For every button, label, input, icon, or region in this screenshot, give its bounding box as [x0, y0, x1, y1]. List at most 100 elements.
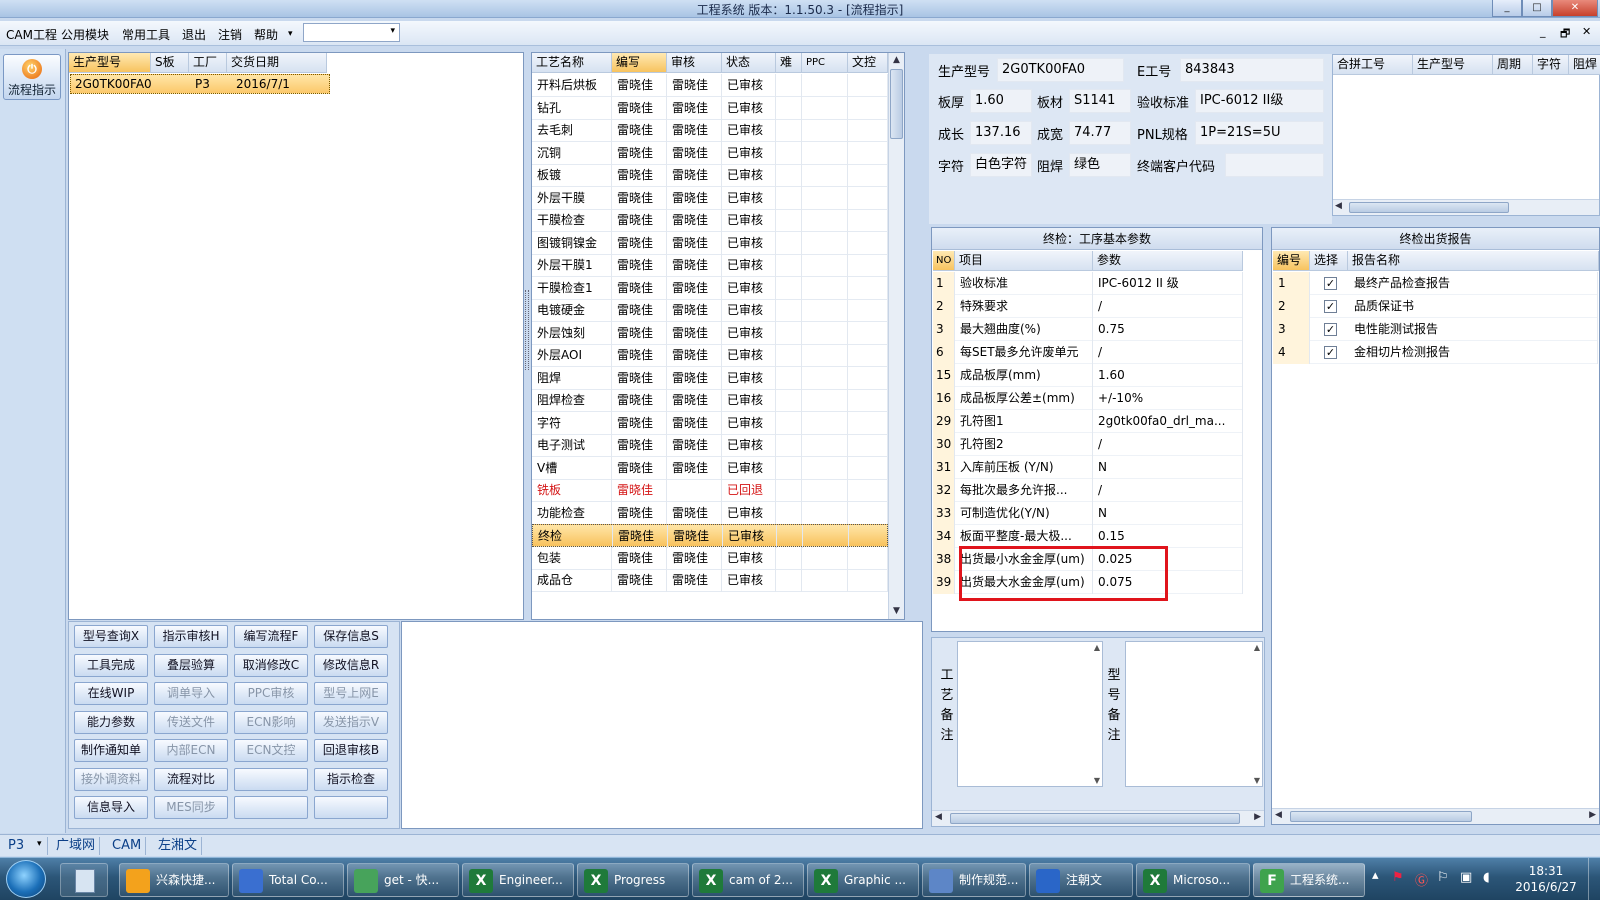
end-customer-code-field[interactable]	[1225, 153, 1324, 177]
action-button[interactable]: 传送文件	[154, 710, 228, 734]
tray-security-icon[interactable]: Ⓖ	[1415, 870, 1428, 889]
table-row[interactable]: 外层干膜 雷晓佳 雷晓佳 已审核	[532, 186, 888, 210]
scroll-thumb[interactable]	[890, 69, 903, 139]
action-button[interactable]: 制作通知单	[74, 739, 148, 762]
action-button[interactable]: 在线WIP	[74, 682, 148, 705]
table-row[interactable]: 去毛刺 雷晓佳 雷晓佳 已审核	[532, 119, 888, 142]
col-header-merge-mask[interactable]: 阻焊	[1569, 55, 1600, 75]
action-button[interactable]: 指示检查	[314, 767, 388, 791]
scroll-left-arrow-icon[interactable]: ◀	[935, 812, 942, 822]
report-checkbox[interactable]: ✓	[1324, 323, 1337, 336]
splitter-handle[interactable]	[525, 290, 529, 370]
acceptance-std-field[interactable]: IPC-6012 II级	[1195, 89, 1324, 113]
minimize-button[interactable]: _	[1492, 0, 1522, 17]
col-header-s-board[interactable]: S板	[151, 53, 189, 73]
action-button[interactable]: 信息导入	[74, 796, 148, 819]
report-checkbox[interactable]: ✓	[1324, 277, 1337, 290]
table-row[interactable]: 干膜检查 雷晓佳 雷晓佳 已审核	[532, 209, 888, 232]
table-row[interactable]: 3 ✓ 电性能测试报告	[1273, 318, 1598, 341]
report-checkbox[interactable]: ✓	[1324, 300, 1337, 313]
menu-help[interactable]: 帮助	[254, 26, 278, 43]
close-button[interactable]: ✕	[1552, 0, 1598, 17]
flow-indicator-button[interactable]: ⏻ 流程指示	[3, 54, 61, 100]
table-row[interactable]: 15 成品板厚(mm) 1.60	[933, 364, 1243, 387]
col-header-param[interactable]: 参数	[1093, 251, 1243, 271]
tray-flag-icon[interactable]: ⚐	[1437, 870, 1449, 885]
taskbar-item[interactable]: X Microso...	[1136, 863, 1250, 897]
menu-combo-box[interactable]: ▾	[303, 23, 400, 42]
maximize-button[interactable]: □	[1522, 0, 1552, 17]
table-row[interactable]: V槽 雷晓佳 雷晓佳 已审核	[532, 456, 888, 480]
table-row[interactable]: 4 ✓ 金相切片检测报告	[1273, 341, 1598, 364]
table-row[interactable]: 16 成品板厚公差±(mm) +/-10%	[933, 387, 1243, 410]
col-header-difficulty[interactable]: 难	[776, 53, 802, 73]
mdi-minimize-button[interactable]: _	[1540, 25, 1546, 38]
table-row[interactable]: 2 ✓ 品质保证书	[1273, 295, 1598, 318]
col-header-item[interactable]: 项目	[955, 251, 1093, 271]
taskbar-item[interactable]: 兴森快捷...	[119, 863, 229, 897]
table-row[interactable]: 阻焊 雷晓佳 雷晓佳 已审核	[532, 366, 888, 390]
table-row[interactable]: 成品仓 雷晓佳 雷晓佳 已审核	[532, 569, 888, 592]
col-header-reviewer[interactable]: 审核	[667, 53, 722, 73]
col-header-report-no[interactable]: 编号	[1273, 251, 1310, 271]
table-row[interactable]: 2 特殊要求 /	[933, 295, 1243, 318]
material-field[interactable]: S1141	[1069, 89, 1131, 113]
pnl-spec-field[interactable]: 1P=21S=5U	[1195, 121, 1324, 145]
mdi-restore-button[interactable]: 🗗	[1560, 25, 1570, 44]
taskbar-item[interactable]: X Progress	[577, 863, 689, 897]
col-header-select[interactable]: 选择	[1310, 251, 1348, 271]
process-notes-textarea[interactable]: ▲ ▼	[957, 641, 1103, 787]
mdi-close-button[interactable]: ✕	[1582, 25, 1591, 38]
scroll-right-arrow-icon[interactable]: ▶	[1589, 810, 1596, 820]
col-header-ppc[interactable]: PPC	[802, 53, 848, 73]
scroll-up-arrow-icon[interactable]: ▲	[889, 53, 904, 68]
windows-start-icon[interactable]	[6, 860, 46, 898]
horizontal-scrollbar[interactable]: ◀ ▶	[1272, 808, 1599, 824]
action-button[interactable]: 接外调资料	[74, 767, 148, 791]
scroll-down-arrow-icon[interactable]: ▼	[1094, 776, 1100, 785]
table-row[interactable]: 1 ✓ 最终产品检查报告	[1273, 272, 1598, 295]
taskbar-item[interactable]: X Graphic ...	[807, 863, 919, 897]
table-row[interactable]: 2G0TK00FA0 P3 2016/7/1	[70, 74, 330, 94]
table-row[interactable]: 33 可制造优化(Y/N) N	[933, 502, 1243, 525]
menu-common-modules[interactable]: 公用模块	[61, 26, 109, 43]
scroll-down-arrow-icon[interactable]: ▼	[1254, 776, 1260, 785]
col-header-author[interactable]: 编写	[612, 53, 667, 73]
table-row[interactable]: 34 板面平整度-最大极... 0.15	[933, 525, 1243, 548]
character-field[interactable]: 白色字符	[970, 153, 1032, 177]
action-button[interactable]: ECN文控	[234, 739, 308, 762]
action-button[interactable]: 回退审核B	[314, 739, 388, 762]
action-button[interactable]: PPC审核	[234, 682, 308, 705]
model-notes-textarea[interactable]: ▲ ▼	[1125, 641, 1263, 787]
table-row[interactable]: 外层干膜1 雷晓佳 雷晓佳 已审核	[532, 254, 888, 277]
menu-common-tools[interactable]: 常用工具	[122, 26, 170, 43]
solder-mask-field[interactable]: 绿色	[1069, 153, 1131, 177]
chevron-down-icon[interactable]: ▾	[37, 839, 42, 849]
col-header-cycle[interactable]: 周期	[1493, 55, 1533, 75]
clock-date[interactable]: 2016/6/27	[1512, 880, 1580, 894]
table-row[interactable]: 32 每批次最多允许报... /	[933, 479, 1243, 502]
scroll-thumb[interactable]	[1290, 811, 1472, 822]
scroll-up-arrow-icon[interactable]: ▲	[1254, 643, 1260, 652]
table-row[interactable]: 铣板 雷晓佳 已回退	[532, 479, 888, 502]
taskbar-item[interactable]: get - 快...	[347, 863, 459, 897]
table-row[interactable]: 29 孔符图1 2g0tk00fa0_drl_ma...	[933, 410, 1243, 433]
empty-button[interactable]	[234, 767, 308, 791]
table-row[interactable]: 板镀 雷晓佳 雷晓佳 已审核	[532, 164, 888, 187]
col-header-no[interactable]: NO	[933, 251, 955, 271]
calculator-icon[interactable]	[60, 863, 108, 897]
col-header-merge-char[interactable]: 字符	[1533, 55, 1569, 75]
action-button[interactable]: MES同步	[154, 796, 228, 819]
action-button[interactable]: 编写流程F	[234, 625, 308, 648]
table-row[interactable]: 外层蚀刻 雷晓佳 雷晓佳 已审核	[532, 321, 888, 345]
table-row[interactable]: 钻孔 雷晓佳 雷晓佳 已审核	[532, 96, 888, 120]
action-button[interactable]: 指示审核H	[154, 625, 228, 648]
action-button[interactable]: 保存信息S	[314, 625, 388, 648]
action-button[interactable]: 修改信息R	[314, 653, 388, 677]
taskbar-item[interactable]: Xcam of 2...	[692, 863, 804, 897]
taskbar-item[interactable]: X Engineer...	[462, 863, 574, 897]
width-field[interactable]: 74.77	[1069, 121, 1131, 145]
table-row[interactable]: 30 孔符图2/	[933, 433, 1243, 456]
col-header-factory[interactable]: 工厂	[189, 53, 227, 73]
col-header-merge-model[interactable]: 生产型号	[1413, 55, 1493, 75]
